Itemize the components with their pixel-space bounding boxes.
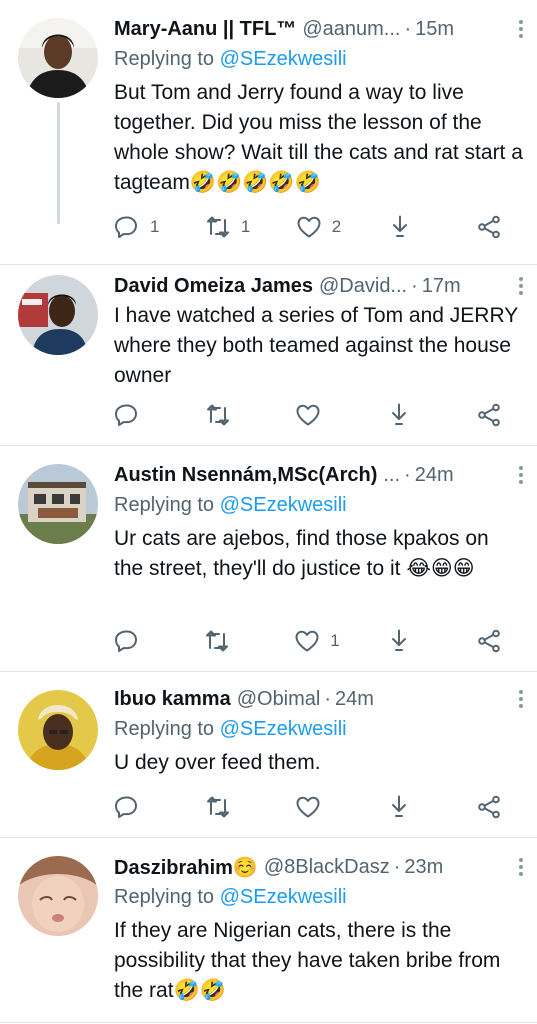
tweet-text: If they are Nigerian cats, there is the … [114,919,501,1002]
retweet-button[interactable] [205,794,249,820]
author-handle[interactable]: @8BlackDasz [264,856,390,879]
author-handle[interactable]: @Obimal [237,688,321,711]
author-name[interactable]: Daszibrahim☺️ [114,855,258,880]
separator-dot: · [393,855,401,878]
replying-prefix: Replying to [114,494,215,516]
like-count: 1 [330,631,340,650]
timestamp[interactable]: 15m [415,18,454,41]
bookmark-icon [390,215,410,237]
retweet-icon [206,404,229,426]
timestamp[interactable]: 24m [415,464,454,487]
separator-dot: · [411,274,418,297]
reply-button[interactable] [114,402,158,428]
like-icon [297,216,321,238]
mention-link[interactable]: @SEzekwesili [220,718,347,740]
share-button[interactable] [476,794,502,820]
share-button[interactable] [476,402,502,428]
avatar[interactable] [18,856,98,936]
bookmark-icon [389,629,409,651]
retweet-button[interactable] [204,628,248,654]
author-name[interactable]: David Omeiza James [114,275,313,298]
bookmark-icon [389,795,408,817]
tweet-text: U dey over feed them. [114,751,321,774]
replying-prefix: Replying to [114,886,215,908]
separator-dot: · [404,17,412,40]
more-icon[interactable] [503,687,523,711]
like-button[interactable] [295,794,339,820]
share-icon [478,629,500,653]
bookmark-icon [389,403,408,425]
reply-icon [115,630,137,652]
retweet-icon [206,630,229,652]
tweet-text: I have watched a series of Tom and JERRY… [114,304,518,387]
share-button[interactable] [476,214,502,240]
tweet[interactable]: Daszibrahim☺️ @8BlackDasz · 23m Replying… [0,838,537,1024]
tweet[interactable]: Austin Nsennám,MSc(Arch) ... · 24m Reply… [0,446,537,671]
avatar[interactable] [18,275,98,355]
tweet-text: Ur cats are ajebos, find those kpakos on… [114,527,489,580]
like-button[interactable] [295,402,339,428]
author-handle[interactable]: ... [383,464,400,487]
tweet[interactable]: Mary-Aanu || TFL™ @aanum... · 15m Replyi… [0,0,537,264]
reply-count: 1 [150,217,160,236]
reply-icon [115,216,137,238]
author-name[interactable]: Mary-Aanu || TFL™ [114,18,296,41]
separator-dot: · [324,687,332,710]
replying-prefix: Replying to [114,48,215,70]
like-icon [296,796,320,818]
replying-to: Replying to @SEzekwesili [114,490,523,520]
reply-button[interactable] [114,628,158,654]
bookmark-button[interactable] [386,794,430,820]
share-icon [478,403,500,427]
bookmark-button[interactable] [386,628,430,654]
avatar[interactable] [18,690,98,770]
timestamp[interactable]: 17m [422,275,461,298]
tweet[interactable]: David Omeiza James @David... · 17m I hav… [0,265,537,445]
mention-link[interactable]: @SEzekwesili [220,886,347,908]
timestamp[interactable]: 23m [404,856,443,879]
author-name[interactable]: Ibuo kamma [114,688,231,711]
bookmark-button[interactable] [386,402,430,428]
reply-button[interactable] [114,794,158,820]
separator-dot: · [404,463,411,486]
tweet-text: But Tom and Jerry found a way to live to… [114,81,523,194]
mention-link[interactable]: @SEzekwesili [220,494,347,516]
reply-icon [115,796,137,818]
more-icon[interactable] [503,463,523,487]
retweet-button[interactable] [205,402,249,428]
like-icon [295,630,319,652]
retweet-count: 1 [240,217,251,236]
replying-to: Replying to @SEzekwesili [114,882,523,912]
retweet-button[interactable]: 1 [205,214,250,240]
share-button[interactable] [476,628,502,654]
more-icon[interactable] [503,274,523,298]
reply-button[interactable]: 1 [114,214,159,240]
author-name[interactable]: Austin Nsennám,MSc(Arch) [114,464,377,487]
retweet-icon [206,216,229,238]
like-count: 2 [331,217,342,236]
share-icon [478,215,500,239]
bookmark-button[interactable] [387,214,431,240]
author-handle[interactable]: @aanum... [302,18,400,41]
divider [0,1022,537,1023]
more-icon[interactable] [503,855,523,879]
avatar[interactable] [18,18,98,98]
replying-prefix: Replying to [114,718,215,740]
like-button[interactable]: 2 [296,214,341,240]
reply-icon [115,404,137,426]
replying-to: Replying to @SEzekwesili [114,44,523,74]
like-button[interactable]: 1 [294,628,340,654]
avatar[interactable] [18,464,98,544]
retweet-icon [206,796,229,818]
more-icon[interactable] [503,17,523,41]
mention-link[interactable]: @SEzekwesili [220,48,347,70]
timestamp[interactable]: 24m [335,688,374,711]
tweet[interactable]: Ibuo kamma @Obimal · 24m Replying to @SE… [0,672,537,837]
share-icon [478,795,500,819]
replying-to: Replying to @SEzekwesili [114,714,523,744]
like-icon [296,404,320,426]
author-handle[interactable]: @David... [319,275,407,298]
